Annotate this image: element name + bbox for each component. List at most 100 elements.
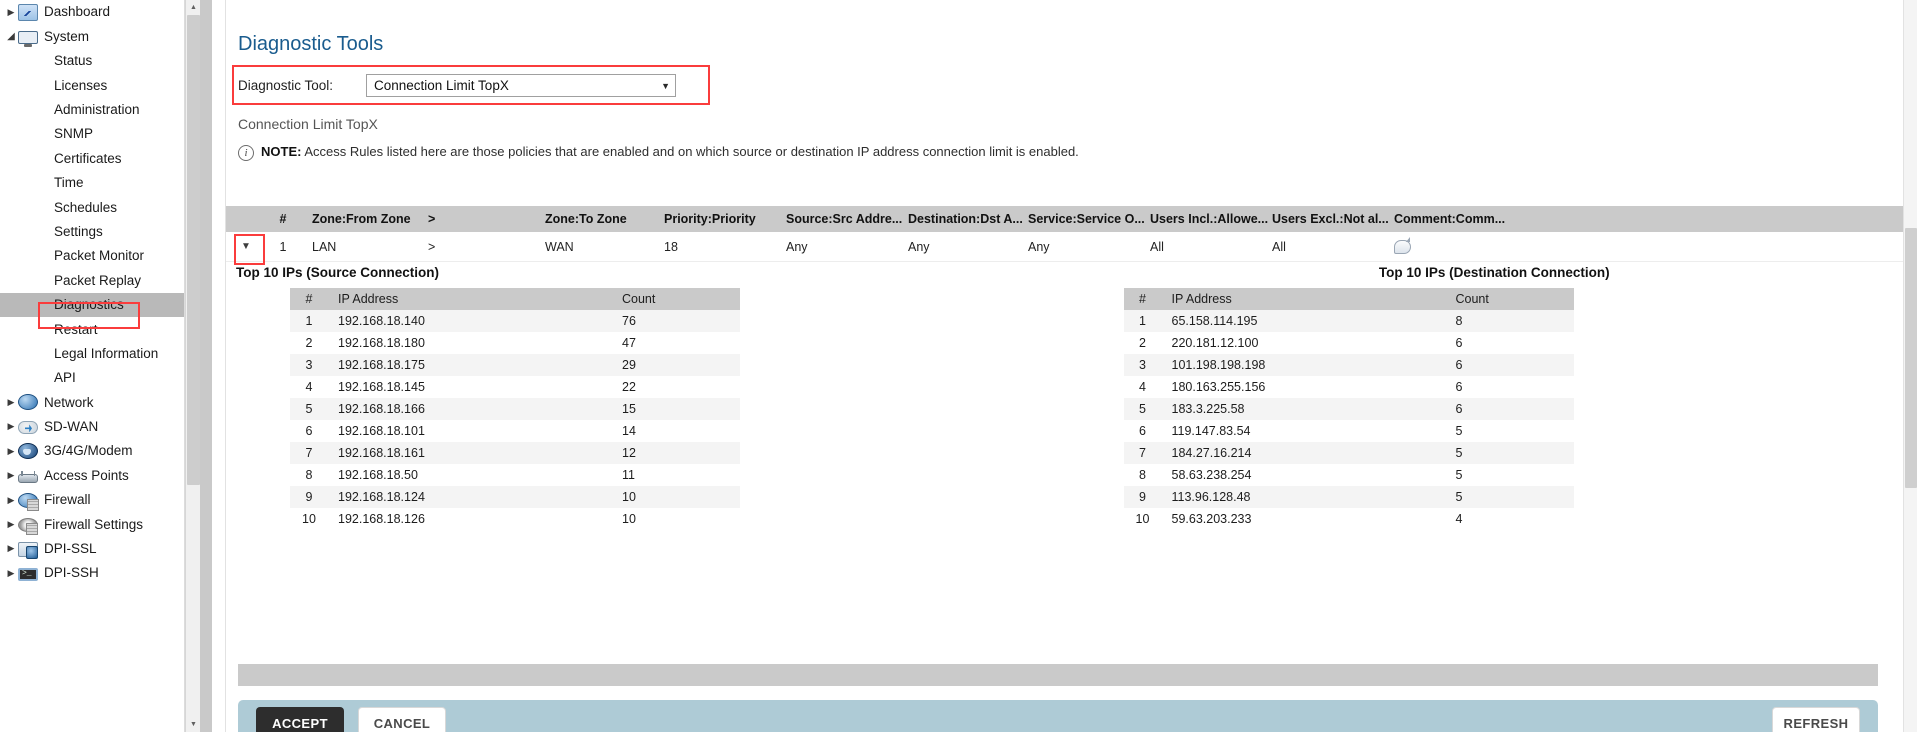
cell-ip: 192.168.18.140 bbox=[338, 314, 425, 328]
sidebar-item-dashboard[interactable]: Dashboard bbox=[0, 0, 200, 24]
sidebar-item-api[interactable]: API bbox=[0, 366, 200, 390]
sidebar-item-access-points[interactable]: Access Points bbox=[0, 463, 200, 487]
header-destination[interactable]: Destination:Dst A... bbox=[908, 212, 1028, 226]
note-banner: i NOTE: Access Rules listed here are tho… bbox=[238, 144, 1079, 161]
cell-count: 29 bbox=[622, 358, 636, 372]
cell-count: 5 bbox=[1455, 490, 1463, 504]
access-rules-table: # Zone:From Zone > Zone:To Zone Priority… bbox=[226, 206, 1917, 262]
header-priority[interactable]: Priority:Priority bbox=[664, 212, 786, 226]
sidebar-scroll-thumb[interactable] bbox=[187, 15, 200, 485]
main-scrollbar[interactable] bbox=[1903, 0, 1917, 732]
accept-button[interactable]: ACCEPT bbox=[256, 707, 344, 732]
sidebar-item-time[interactable]: Time bbox=[0, 171, 200, 195]
sidebar-item-diagnostics[interactable]: Diagnostics bbox=[0, 292, 200, 318]
globe-icon bbox=[18, 394, 38, 411]
twisty-closed-icon[interactable] bbox=[4, 544, 18, 553]
sidebar-item-label: Packet Monitor bbox=[54, 248, 145, 264]
source-header-count: Count bbox=[622, 292, 656, 306]
cell-count: 12 bbox=[622, 446, 636, 460]
cell-count: 10 bbox=[622, 490, 636, 504]
header-arrow[interactable]: > bbox=[426, 212, 539, 226]
header-users-included[interactable]: Users Incl.:Allowe... bbox=[1150, 212, 1272, 226]
sidebar-item-label: Dashboard bbox=[44, 4, 111, 20]
sidebar-item-dpi-ssh[interactable]: DPI-SSH bbox=[0, 561, 200, 585]
diagnostic-tool-label: Diagnostic Tool: bbox=[238, 78, 334, 93]
cell-ip: 192.168.18.124 bbox=[338, 490, 425, 504]
sidebar-item-administration[interactable]: Administration bbox=[0, 98, 200, 122]
sidebar-item-label: Legal Information bbox=[54, 345, 159, 361]
cell-ip: 192.168.18.145 bbox=[338, 380, 425, 394]
header-source[interactable]: Source:Src Addre... bbox=[786, 212, 908, 226]
sidebar-item-3g-4g-modem[interactable]: 3G/4G/Modem bbox=[0, 439, 200, 463]
refresh-button[interactable]: REFRESH bbox=[1772, 707, 1860, 732]
header-to-zone[interactable]: Zone:To Zone bbox=[539, 212, 664, 226]
twisty-closed-icon[interactable] bbox=[4, 569, 18, 578]
section-subtitle: Connection Limit TopX bbox=[238, 116, 378, 132]
twisty-closed-icon[interactable] bbox=[4, 398, 18, 407]
sidebar-item-legal-information[interactable]: Legal Information bbox=[0, 341, 200, 365]
sidebar-item-certificates[interactable]: Certificates bbox=[0, 146, 200, 170]
cancel-button[interactable]: CANCEL bbox=[358, 707, 446, 732]
sidebar-item-packet-replay[interactable]: Packet Replay bbox=[0, 268, 200, 292]
twisty-closed-icon[interactable] bbox=[4, 447, 18, 456]
action-footer-bar: ACCEPT CANCEL REFRESH bbox=[238, 700, 1878, 732]
cell-count: 76 bbox=[622, 314, 636, 328]
sidebar-item-label: Licenses bbox=[54, 77, 108, 93]
cell-num: 8 bbox=[305, 468, 313, 482]
header-service[interactable]: Service:Service O... bbox=[1028, 212, 1150, 226]
cell-num: 3 bbox=[1139, 358, 1146, 372]
main-scroll-thumb[interactable] bbox=[1905, 228, 1917, 488]
source-table-body: 1 192.168.18.140 76 2 192.168.18.180 47 3 192.1… bbox=[290, 310, 740, 530]
sidebar-item-settings[interactable]: Settings bbox=[0, 220, 200, 244]
firewall-icon bbox=[18, 492, 39, 511]
twisty-closed-icon[interactable] bbox=[4, 8, 18, 17]
sidebar-item-restart[interactable]: Restart bbox=[0, 317, 200, 341]
list-item: 7 184.27.16.214 5 bbox=[1123, 442, 1574, 464]
twisty-closed-icon[interactable] bbox=[4, 520, 18, 529]
sidebar-item-sd-wan[interactable]: SD-WAN bbox=[0, 415, 200, 439]
table-row[interactable]: ▼ 1 LAN > WAN 18 Any Any Any All All bbox=[226, 232, 1917, 262]
gear-icon bbox=[18, 518, 38, 536]
twisty-closed-icon[interactable] bbox=[4, 496, 18, 505]
twisty-open-icon[interactable] bbox=[4, 32, 18, 42]
comment-bubble-icon[interactable] bbox=[1394, 236, 1411, 254]
sidebar-item-packet-monitor[interactable]: Packet Monitor bbox=[0, 244, 200, 268]
list-item: 9 192.168.18.124 10 bbox=[290, 486, 740, 508]
sidebar-item-firewall[interactable]: Firewall bbox=[0, 488, 200, 512]
scroll-down-arrow-icon[interactable]: ▼ bbox=[186, 717, 200, 732]
sidebar-item-status[interactable]: Status bbox=[0, 49, 200, 73]
list-item: 3 101.198.198.198 6 bbox=[1123, 354, 1574, 376]
diagnostic-tool-select[interactable]: Connection Limit TopX ▼ bbox=[366, 74, 676, 97]
sidebar-item-schedules[interactable]: Schedules bbox=[0, 195, 200, 219]
list-item: 1 65.158.114.195 8 bbox=[1123, 310, 1574, 332]
sidebar-item-licenses[interactable]: Licenses bbox=[0, 73, 200, 97]
cell-ip: 180.163.255.156 bbox=[1171, 380, 1266, 394]
sidebar-item-label: SNMP bbox=[54, 126, 94, 142]
cloud-icon bbox=[18, 421, 38, 435]
destination-connection-panel: Top 10 IPs (Destination Connection) # IP… bbox=[1072, 265, 1917, 530]
content-gutter bbox=[200, 0, 212, 732]
sidebar-item-label: DPI-SSL bbox=[44, 541, 97, 557]
header-users-excluded[interactable]: Users Excl.:Not al... bbox=[1272, 212, 1394, 226]
twisty-closed-icon[interactable] bbox=[4, 471, 18, 480]
list-item: 6 192.168.18.101 14 bbox=[290, 420, 740, 442]
header-num[interactable]: # bbox=[266, 212, 300, 226]
header-from-zone[interactable]: Zone:From Zone bbox=[300, 212, 426, 226]
sidebar-item-label: API bbox=[54, 370, 76, 386]
source-header-num: # bbox=[305, 292, 313, 306]
scroll-up-arrow-icon[interactable]: ▲ bbox=[186, 0, 200, 15]
sidebar-item-system[interactable]: System bbox=[0, 24, 200, 48]
sidebar-item-firewall-settings[interactable]: Firewall Settings bbox=[0, 512, 200, 536]
triangle-down-icon[interactable]: ▼ bbox=[238, 238, 255, 255]
grid-footer-strip bbox=[238, 664, 1878, 686]
twisty-closed-icon[interactable] bbox=[4, 422, 18, 431]
cell-ip: 192.168.18.101 bbox=[338, 424, 425, 438]
cell-count: 10 bbox=[622, 512, 636, 526]
sidebar-item-label: Access Points bbox=[44, 467, 129, 483]
sidebar-item-snmp[interactable]: SNMP bbox=[0, 122, 200, 146]
source-ip-table: # IP Address Count 1 192.168.18.140 76 2 192… bbox=[290, 288, 740, 530]
sidebar-item-dpi-ssl[interactable]: DPI-SSL bbox=[0, 537, 200, 561]
sidebar-scrollbar[interactable]: ▲ ▼ bbox=[185, 0, 200, 732]
header-comment[interactable]: Comment:Comm... bbox=[1394, 212, 1524, 226]
sidebar-item-network[interactable]: Network bbox=[0, 390, 200, 414]
